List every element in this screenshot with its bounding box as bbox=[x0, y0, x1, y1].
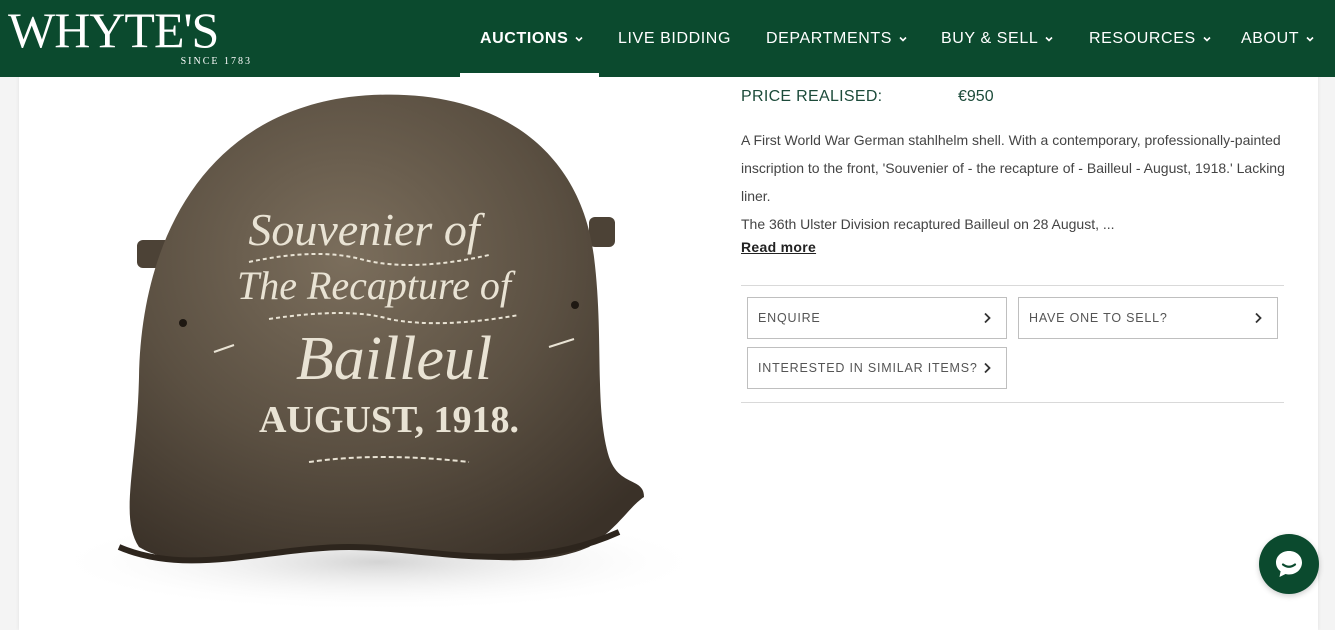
inscription-line-1: Souvenier of bbox=[248, 204, 485, 255]
description-paragraph: The 36th Ulster Division recaptured Bail… bbox=[741, 216, 1115, 232]
chevron-down-icon bbox=[1044, 34, 1054, 44]
chevron-right-icon bbox=[982, 312, 992, 324]
divider bbox=[741, 285, 1284, 286]
nav-departments[interactable]: DEPARTMENTS bbox=[766, 0, 908, 77]
chevron-down-icon bbox=[1305, 34, 1315, 44]
have-one-to-sell-label: HAVE ONE TO SELL? bbox=[1029, 311, 1168, 325]
chevron-down-icon bbox=[1202, 34, 1212, 44]
enquire-button[interactable]: ENQUIRE bbox=[747, 297, 1007, 339]
nav-auctions[interactable]: AUCTIONS bbox=[480, 0, 584, 77]
similar-items-label: INTERESTED IN SIMILAR ITEMS? bbox=[758, 361, 978, 375]
similar-items-button[interactable]: INTERESTED IN SIMILAR ITEMS? bbox=[747, 347, 1007, 389]
nav-resources-label: RESOURCES bbox=[1089, 29, 1196, 47]
site-header: WHYTE'S SINCE 1783 AUCTIONS LIVE BIDDING… bbox=[0, 0, 1335, 77]
description-paragraph: A First World War German stahlhelm shell… bbox=[741, 132, 1285, 204]
helmet-right-lug bbox=[589, 217, 615, 247]
divider bbox=[741, 402, 1284, 403]
nav-about[interactable]: ABOUT bbox=[1241, 0, 1315, 77]
chat-launcher-button[interactable] bbox=[1259, 534, 1319, 594]
main-nav: AUCTIONS LIVE BIDDING DEPARTMENTS BUY & … bbox=[0, 0, 1335, 77]
inscription-line-4: AUGUST, 1918. bbox=[259, 399, 519, 441]
inscription-line-3: Bailleul bbox=[296, 325, 492, 393]
nav-about-label: ABOUT bbox=[1241, 29, 1300, 47]
chevron-down-icon bbox=[574, 34, 584, 44]
chevron-down-icon bbox=[898, 34, 908, 44]
have-one-to-sell-button[interactable]: HAVE ONE TO SELL? bbox=[1018, 297, 1278, 339]
chevron-right-icon bbox=[1253, 312, 1263, 324]
enquire-label: ENQUIRE bbox=[758, 311, 821, 325]
lot-description: A First World War German stahlhelm shell… bbox=[741, 126, 1286, 238]
nav-live-bidding[interactable]: LIVE BIDDING bbox=[618, 0, 731, 77]
nav-resources[interactable]: RESOURCES bbox=[1089, 0, 1212, 77]
active-nav-indicator bbox=[460, 73, 599, 77]
nav-departments-label: DEPARTMENTS bbox=[766, 29, 893, 47]
nav-buy-sell[interactable]: BUY & SELL bbox=[941, 0, 1054, 77]
nav-live-bidding-label: LIVE BIDDING bbox=[618, 29, 732, 47]
nav-auctions-label: AUCTIONS bbox=[480, 29, 569, 47]
chevron-right-icon bbox=[982, 362, 992, 374]
price-realised-label: PRICE REALISED: bbox=[741, 88, 883, 105]
read-more-link[interactable]: Read more bbox=[741, 239, 816, 255]
inscription-line-2: The Recapture of bbox=[237, 263, 516, 308]
price-realised-value: €950 bbox=[958, 88, 994, 105]
lot-image[interactable]: Souvenier of The Recapture of Bailleul A… bbox=[19, 77, 719, 607]
nav-buy-sell-label: BUY & SELL bbox=[941, 29, 1039, 47]
